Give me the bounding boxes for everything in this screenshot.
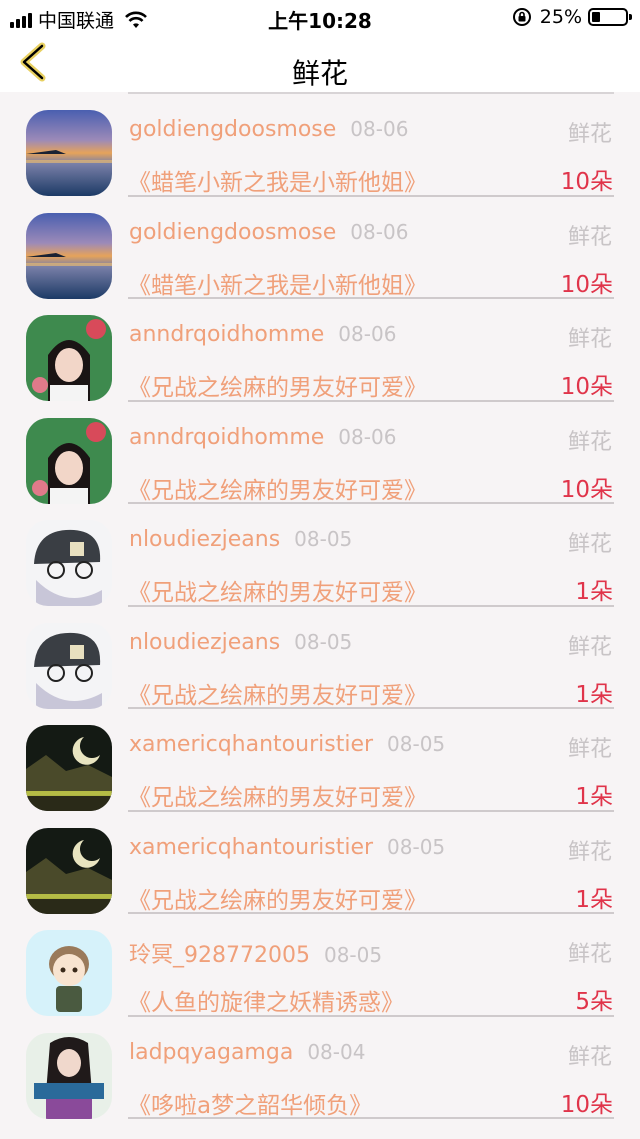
book-title: 《兄战之绘麻的男友好可爱》	[128, 375, 427, 401]
username-text: nloudiezjeans	[129, 527, 281, 552]
gift-date: 08-06	[350, 219, 409, 244]
username: goldiengdoosmose 08-06	[129, 117, 408, 142]
gift-count: 1朵	[575, 886, 613, 913]
list-item[interactable]: xamericqhantouristier 08-05 鲜花《兄战之绘麻的男友好可爱…	[0, 707, 640, 812]
book-title: 《兄战之绘麻的男友好可爱》	[128, 785, 427, 811]
battery-icon	[588, 8, 632, 26]
list-item[interactable]: goldiengdoosmose 08-06 鲜花《蜡笔小新之我是小新他姐》 10朵	[0, 92, 640, 197]
nav-bar: 鲜花	[0, 36, 640, 92]
book-title: 《兄战之绘麻的男友好可爱》	[128, 477, 427, 504]
username-text: xamericqhantouristier	[129, 834, 374, 860]
avatar[interactable]	[26, 520, 112, 606]
gift-type: 鲜花	[567, 429, 612, 455]
gift-count: 10朵	[560, 271, 613, 298]
avatar[interactable]	[26, 827, 112, 914]
gift-type: 鲜花	[567, 737, 612, 762]
username-text: ladpqyagamga	[129, 1039, 294, 1065]
username: 玲冥_928772005 08-05	[129, 937, 382, 969]
avatar[interactable]	[26, 622, 112, 709]
gift-count: 10朵	[560, 374, 613, 400]
gift-list: goldiengdoosmose 08-06 鲜花 《蜡笔小新之我是小新他姐》 10朵 g…	[0, 92, 640, 1119]
book-title: 《兄战之绘麻的男友好可爱》	[128, 580, 427, 606]
gift-date: 08-05	[323, 943, 383, 967]
battery-percent: 25%	[539, 6, 582, 28]
username: goldiengdoosmose 08-06	[129, 220, 408, 245]
gift-date: 08-04	[307, 1039, 366, 1064]
gift-date: 08-06	[338, 424, 397, 449]
list-item[interactable]: anndrqoidhomme 08-06 鲜花《兄战之绘麻的男友好可爱》 10朵	[0, 400, 640, 504]
avatar[interactable]	[26, 1032, 112, 1119]
gift-type: 鲜花	[567, 634, 612, 660]
username: xamericqhantouristier 08-05	[129, 835, 445, 860]
username-text: goldiengdoosmose	[129, 117, 337, 142]
gift-type: 鲜花	[567, 1044, 612, 1070]
gift-type: 鲜花	[567, 532, 612, 557]
username-text: nloudiezjeans	[129, 629, 281, 655]
list-item[interactable]: anndrqoidhomme 08-06 鲜花《兄战之绘麻的男友好可爱》 10朵	[0, 297, 640, 402]
gift-date: 08-05	[294, 527, 353, 551]
avatar[interactable]	[26, 930, 112, 1016]
list-item[interactable]: ladpqyagamga 08-04 鲜花《哆啦a梦之韶华倾负》 10朵	[0, 1015, 640, 1119]
book-title: 《哆啦a梦之韶华倾负》	[128, 1092, 373, 1119]
list-item[interactable]: nloudiezjeans 08-05 鲜花《兄战之绘麻的男友好可爱》 1朵	[0, 502, 640, 607]
gift-count: 5朵	[575, 989, 613, 1015]
username: anndrqoidhomme 08-06	[129, 425, 396, 450]
username: nloudiezjeans 08-05	[129, 630, 352, 655]
avatar[interactable]	[26, 212, 112, 299]
gift-date: 08-06	[338, 322, 397, 346]
gift-count: 10朵	[560, 169, 613, 195]
username: nloudiezjeans 08-05	[129, 527, 352, 552]
list-item[interactable]: 玲冥_928772005 08-05 鲜花《人鱼的旋律之妖精诱惑》 5朵	[0, 912, 640, 1017]
gift-count: 1朵	[575, 579, 613, 605]
username-text: xamericqhantouristier	[129, 732, 374, 757]
list-item[interactable]: goldiengdoosmose 08-06 鲜花《蜡笔小新之我是小新他姐》 10朵	[0, 195, 640, 299]
username-text: goldiengdoosmose	[129, 219, 337, 245]
gift-date: 08-06	[350, 117, 409, 141]
book-title: 《兄战之绘麻的男友好可爱》	[128, 887, 427, 914]
book-title: 《兄战之绘麻的男友好可爱》	[128, 682, 427, 709]
gift-date: 08-05	[294, 629, 353, 654]
gift-count: 10朵	[560, 476, 613, 503]
list-item[interactable]: nloudiezjeans 08-05 鲜花《兄战之绘麻的男友好可爱》 1朵	[0, 605, 640, 709]
book-title: 《人鱼的旋律之妖精诱惑》	[128, 990, 404, 1016]
username-text: 玲冥_928772005	[129, 943, 310, 968]
rotation-lock-icon	[512, 8, 531, 26]
book-title: 《蜡笔小新之我是小新他姐》	[128, 272, 427, 299]
gift-count: 1朵	[575, 681, 613, 708]
username: anndrqoidhomme 08-06	[129, 322, 396, 347]
gift-type: 鲜花	[567, 224, 612, 250]
gift-type: 鲜花	[567, 327, 612, 352]
avatar[interactable]	[26, 417, 112, 504]
username: xamericqhantouristier 08-05	[129, 732, 445, 757]
avatar[interactable]	[26, 725, 112, 811]
username-text: anndrqoidhomme	[129, 424, 325, 450]
username: ladpqyagamga 08-04	[129, 1040, 365, 1065]
list-item[interactable]: xamericqhantouristier 08-05 鲜花《兄战之绘麻的男友好可爱…	[0, 810, 640, 914]
gift-count: 10朵	[560, 1091, 613, 1118]
gift-type: 鲜花	[567, 122, 612, 147]
avatar[interactable]	[26, 315, 112, 401]
gift-type: 鲜花	[567, 839, 612, 865]
book-title: 《蜡笔小新之我是小新他姐》	[128, 170, 427, 196]
avatar[interactable]	[26, 110, 112, 196]
username-text: anndrqoidhomme	[129, 322, 325, 347]
status-bar: 中国联通 上午10:28 25%	[0, 0, 640, 36]
gift-type: 鲜花	[567, 942, 612, 967]
gift-date: 08-05	[387, 732, 446, 756]
page-title: 鲜花	[291, 57, 348, 90]
gift-date: 08-05	[387, 834, 446, 859]
gift-count: 1朵	[575, 784, 613, 810]
divider	[128, 1117, 614, 1119]
